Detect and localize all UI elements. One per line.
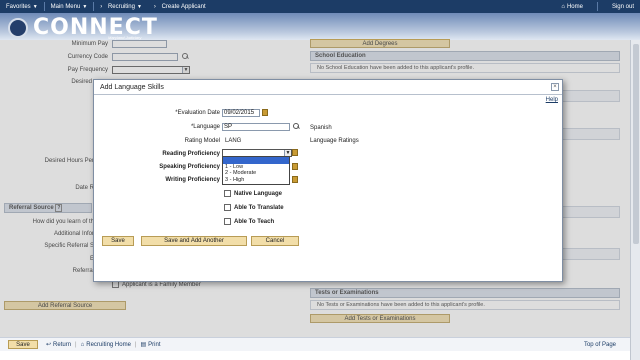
writing-proficiency-label: Writing Proficiency (165, 177, 220, 183)
divider (596, 2, 598, 11)
home-icon: ⌂ (80, 341, 85, 348)
calendar-icon[interactable] (262, 109, 268, 116)
able-to-teach-row: Able To Teach (224, 218, 274, 225)
breadcrumb-create-label: Create Applicant (161, 3, 206, 10)
top-of-page-link[interactable]: Top of Page (584, 342, 616, 348)
dropdown-option-blank[interactable] (223, 157, 289, 164)
dropdown-option-moderate[interactable]: 2 - Moderate (223, 170, 289, 177)
able-to-translate-row: Able To Translate (224, 204, 284, 211)
search-icon[interactable] (293, 123, 300, 130)
native-language-label: Native Language (234, 190, 283, 197)
sign-out-link[interactable]: Sign out (612, 4, 634, 10)
language-label: *Language (190, 124, 220, 130)
rating-model-label: Rating Model (184, 138, 220, 144)
print-link[interactable]: ▤ Print (140, 341, 161, 349)
main-menu[interactable]: Main Menu ▼ (45, 4, 94, 10)
native-language-checkbox[interactable] (224, 190, 231, 197)
dialog-title-bar: Add Language Skills (94, 80, 562, 95)
dropdown-option-low[interactable]: 1 - Low (223, 164, 289, 171)
details-icon[interactable] (292, 163, 298, 170)
return-icon: ↩ (46, 342, 52, 348)
chevron-down-icon: ▼ (82, 3, 88, 10)
language-input[interactable]: SP (222, 123, 290, 131)
logo-banner: CONNECT Maryland Judiciary (0, 13, 640, 40)
favorites-menu[interactable]: Favorites ▼ (0, 4, 44, 10)
divider: | (75, 341, 77, 348)
recruiting-home-link[interactable]: ⌂ Recruiting Home (81, 342, 131, 348)
chevron-down-icon: ▼ (136, 3, 142, 10)
reading-proficiency-dropdown-list: 1 - Low 2 - Moderate 3 - High (222, 156, 290, 185)
main-menu-label: Main Menu (50, 3, 81, 10)
footer-save-button[interactable]: Save (8, 340, 38, 349)
breadcrumb-create-applicant[interactable]: › Create Applicant (148, 4, 212, 10)
breadcrumb-recruiting[interactable]: › Recruiting ▼ (94, 4, 148, 10)
able-to-teach-checkbox[interactable] (224, 218, 231, 225)
seal-icon (8, 17, 28, 38)
able-to-teach-label: Able To Teach (234, 218, 275, 225)
able-to-translate-label: Able To Translate (234, 204, 284, 211)
speaking-proficiency-label: Speaking Proficiency (159, 164, 220, 170)
divider: | (134, 341, 137, 348)
details-icon[interactable] (292, 149, 298, 156)
able-to-translate-checkbox[interactable] (224, 204, 231, 211)
favorites-label: Favorites (6, 3, 31, 10)
vertical-scrollbar[interactable] (630, 40, 640, 360)
evaluation-date-input[interactable]: 09/02/2015 (222, 109, 260, 117)
reading-proficiency-label: Reading Proficiency (162, 151, 220, 157)
home-label: Home (566, 3, 583, 10)
chevron-down-icon: ▼ (32, 3, 38, 10)
add-language-skills-dialog: Add Language Skills × Help *Evaluation D… (93, 79, 563, 282)
language-description: Spanish (310, 125, 332, 131)
close-icon[interactable]: × (551, 83, 559, 91)
help-link[interactable]: Help (546, 97, 558, 103)
details-icon[interactable] (292, 176, 298, 183)
recruiting-home-label: Recruiting Home (86, 341, 131, 348)
dropdown-option-high[interactable]: 3 - High (223, 177, 289, 184)
page-footer: Save ↩ Return | ⌂ Recruiting Home | ▤ Print… (0, 337, 630, 351)
cancel-button[interactable]: Cancel (251, 236, 299, 246)
save-button[interactable]: Save (102, 236, 134, 246)
save-and-add-another-button[interactable]: Save and Add Another (141, 236, 247, 246)
print-icon: ▤ (140, 342, 147, 348)
rating-model-value: LANG (225, 138, 242, 144)
chevron-right-icon: › (100, 3, 103, 10)
breadcrumb-recruiting-label: Recruiting (107, 3, 135, 10)
home-icon: ⌂ (561, 3, 565, 10)
evaluation-date-label: *Evaluation Date (175, 110, 220, 116)
return-label: Return (53, 341, 72, 348)
top-menu-bar: Favorites ▼ Main Menu ▼ › Recruiting ▼ › Cr… (0, 0, 640, 13)
print-label: Print (148, 341, 161, 348)
chevron-right-icon: › (153, 3, 156, 10)
rating-model-description: Language Ratings (310, 138, 359, 144)
home-link[interactable]: ⌂ Home (561, 4, 583, 10)
native-language-row: Native Language (224, 190, 282, 197)
return-link[interactable]: ↩ Return (46, 341, 72, 349)
scrollbar-thumb[interactable] (633, 44, 639, 244)
dialog-title: Add Language Skills (100, 83, 164, 91)
